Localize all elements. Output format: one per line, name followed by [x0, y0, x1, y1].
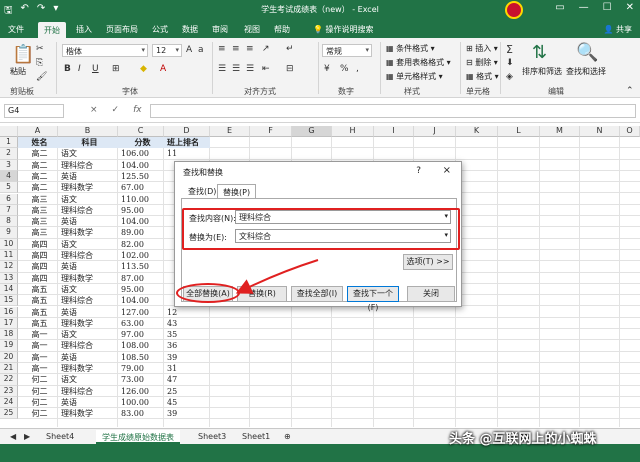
annotation-arrow: [235, 259, 319, 294]
add-sheet-icon[interactable]: ⊕: [278, 430, 297, 444]
sheet-tab-sheet3[interactable]: Sheet3: [192, 430, 232, 444]
watermark: 头条 @互联网上的小蜘蛛: [449, 432, 597, 447]
sheet-tab-raw-data[interactable]: 学生成绩原始数据表: [96, 430, 180, 444]
sheet-tab-sheet1[interactable]: Sheet1: [236, 430, 276, 444]
scroll-right-icon[interactable]: ▶: [18, 430, 36, 444]
sheet-tab-sheet4[interactable]: Sheet4: [40, 430, 80, 444]
